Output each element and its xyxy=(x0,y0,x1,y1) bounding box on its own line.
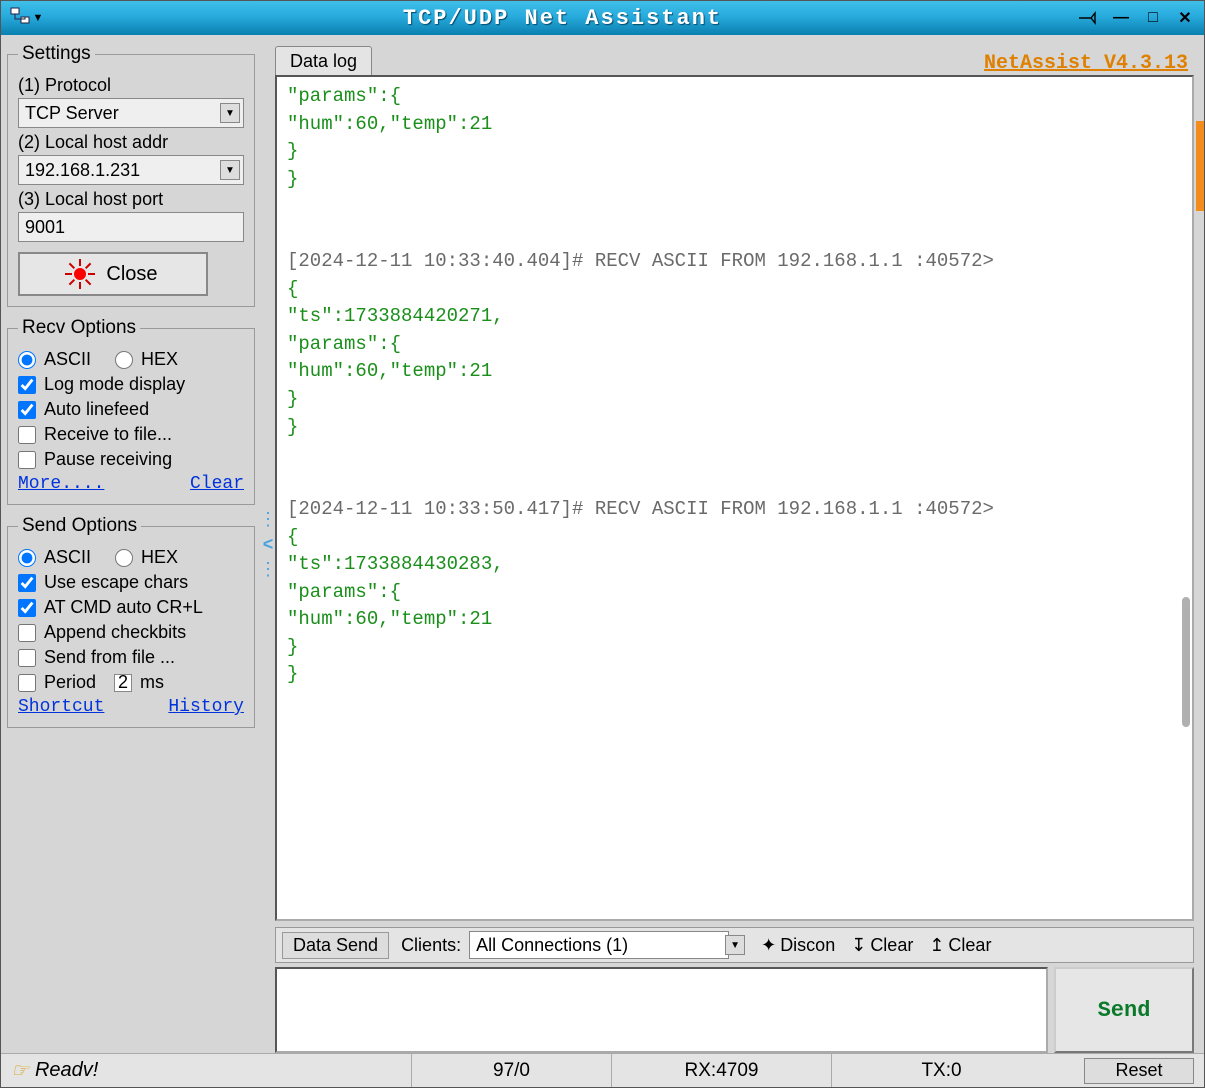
recv-options-group: Recv Options ASCII HEX Log mode display … xyxy=(7,317,255,505)
right-panel: Data log NetAssist V4.3.13 "params":{ "h… xyxy=(275,35,1204,1053)
chevron-down-icon[interactable]: ▼ xyxy=(220,103,240,123)
reset-button[interactable]: Reset xyxy=(1084,1058,1194,1084)
pause-receiving-checkbox[interactable] xyxy=(18,451,36,469)
clear-down-button[interactable]: ↧ Clear xyxy=(847,933,917,958)
clear-up-button[interactable]: ↥ Clear xyxy=(925,933,995,958)
pin-button[interactable] xyxy=(1074,8,1102,28)
period-label: Period xyxy=(44,672,96,693)
protocol-select[interactable] xyxy=(18,98,244,128)
recv-hex-radio[interactable] xyxy=(115,351,133,369)
escape-chars-checkbox[interactable] xyxy=(18,574,36,592)
settings-group: Settings (1) Protocol ▼ (2) Local host a… xyxy=(7,43,255,307)
receive-to-file-label: Receive to file... xyxy=(44,424,172,445)
hand-icon: ☞ xyxy=(11,1058,29,1083)
data-log-box[interactable]: "params":{ "hum":60,"temp":21 } } [2024-… xyxy=(275,75,1194,921)
window-title: TCP/UDP Net Assistant xyxy=(51,6,1074,31)
app-window: ▼ TCP/UDP Net Assistant — □ ✕ Settings (… xyxy=(0,0,1205,1088)
host-select[interactable] xyxy=(18,155,244,185)
splitter-handle[interactable]: ⋮ < ⋮ xyxy=(261,35,275,1053)
checkbits-checkbox[interactable] xyxy=(18,624,36,642)
tab-data-send[interactable]: Data Send xyxy=(282,932,389,959)
status-bar: ☞ Readv! 97/0 RX:4709 TX:0 Reset xyxy=(1,1053,1204,1087)
log-mode-label: Log mode display xyxy=(44,374,185,395)
send-legend: Send Options xyxy=(18,515,141,537)
checkbits-label: Append checkbits xyxy=(44,622,186,643)
send-input[interactable] xyxy=(275,967,1048,1053)
log-json-fragment: "params":{ "hum":60,"temp":21 } } xyxy=(287,85,492,190)
auto-linefeed-checkbox[interactable] xyxy=(18,401,36,419)
close-button-label: Close xyxy=(106,263,157,286)
status-tx: TX:0 xyxy=(831,1054,1051,1087)
escape-chars-label: Use escape chars xyxy=(44,572,188,593)
clients-label: Clients: xyxy=(401,935,461,956)
recv-legend: Recv Options xyxy=(18,317,140,339)
arrow-down-icon: ↧ xyxy=(851,935,866,956)
recv-more-link[interactable]: More.... xyxy=(18,474,104,494)
protocol-label: (1) Protocol xyxy=(18,75,244,96)
left-panel: Settings (1) Protocol ▼ (2) Local host a… xyxy=(1,35,261,1053)
settings-legend: Settings xyxy=(18,43,95,65)
version-link[interactable]: NetAssist V4.3.13 xyxy=(984,52,1194,75)
log-header: [2024-12-11 10:33:40.404]# RECV ASCII FR… xyxy=(287,250,994,272)
edge-marker xyxy=(1196,121,1204,211)
send-toolbar: Data Send Clients: ▼ ✦ Discon ↧ Clear ↥ … xyxy=(275,927,1194,963)
connection-active-icon xyxy=(68,262,92,286)
atcmd-checkbox[interactable] xyxy=(18,599,36,617)
send-hex-label: HEX xyxy=(141,547,178,568)
system-menu[interactable]: ▼ xyxy=(1,5,51,32)
close-window-button[interactable]: ✕ xyxy=(1172,8,1198,28)
status-counter: 97/0 xyxy=(411,1054,611,1087)
chevron-down-icon[interactable]: ▼ xyxy=(220,160,240,180)
shortcut-link[interactable]: Shortcut xyxy=(18,697,104,717)
port-label: (3) Local host port xyxy=(18,189,244,210)
title-bar: ▼ TCP/UDP Net Assistant — □ ✕ xyxy=(1,1,1204,35)
recv-ascii-label: ASCII xyxy=(44,349,91,370)
scrollbar-thumb[interactable] xyxy=(1182,597,1190,727)
disconnect-button[interactable]: ✦ Discon xyxy=(757,933,839,958)
collapse-left-icon: < xyxy=(263,534,274,555)
recv-ascii-radio[interactable] xyxy=(18,351,36,369)
send-ascii-label: ASCII xyxy=(44,547,91,568)
recv-clear-link[interactable]: Clear xyxy=(190,474,244,494)
log-json-fragment: { "ts":1733884430283, "params":{ "hum":6… xyxy=(287,526,504,686)
receive-to-file-checkbox[interactable] xyxy=(18,426,36,444)
send-ascii-radio[interactable] xyxy=(18,549,36,567)
history-link[interactable]: History xyxy=(168,697,244,717)
period-checkbox[interactable] xyxy=(18,674,36,692)
send-hex-radio[interactable] xyxy=(115,549,133,567)
log-json-fragment: { "ts":1733884420271, "params":{ "hum":6… xyxy=(287,278,504,438)
clients-select[interactable] xyxy=(469,931,729,959)
host-label: (2) Local host addr xyxy=(18,132,244,153)
send-button[interactable]: Send xyxy=(1054,967,1194,1053)
recv-hex-label: HEX xyxy=(141,349,178,370)
tab-data-log[interactable]: Data log xyxy=(275,46,372,75)
pause-receiving-label: Pause receiving xyxy=(44,449,172,470)
chevron-down-icon[interactable]: ▼ xyxy=(725,935,745,955)
period-input[interactable] xyxy=(114,674,132,692)
send-options-group: Send Options ASCII HEX Use escape chars … xyxy=(7,515,255,728)
send-from-file-label: Send from file ... xyxy=(44,647,175,668)
log-mode-checkbox[interactable] xyxy=(18,376,36,394)
auto-linefeed-label: Auto linefeed xyxy=(44,399,149,420)
port-input[interactable] xyxy=(18,212,244,242)
send-from-file-checkbox[interactable] xyxy=(18,649,36,667)
log-header: [2024-12-11 10:33:50.417]# RECV ASCII FR… xyxy=(287,498,994,520)
close-connection-button[interactable]: Close xyxy=(18,252,208,296)
status-rx: RX:4709 xyxy=(611,1054,831,1087)
arrow-left-icon: ✦ xyxy=(761,935,776,956)
dropdown-icon: ▼ xyxy=(33,12,44,24)
minimize-button[interactable]: — xyxy=(1108,8,1134,28)
maximize-button[interactable]: □ xyxy=(1140,8,1166,28)
arrow-up-icon: ↥ xyxy=(929,935,944,956)
period-unit: ms xyxy=(140,672,164,693)
network-icon xyxy=(9,5,31,32)
status-ready: Readv! xyxy=(35,1059,98,1082)
atcmd-label: AT CMD auto CR+L xyxy=(44,597,203,618)
